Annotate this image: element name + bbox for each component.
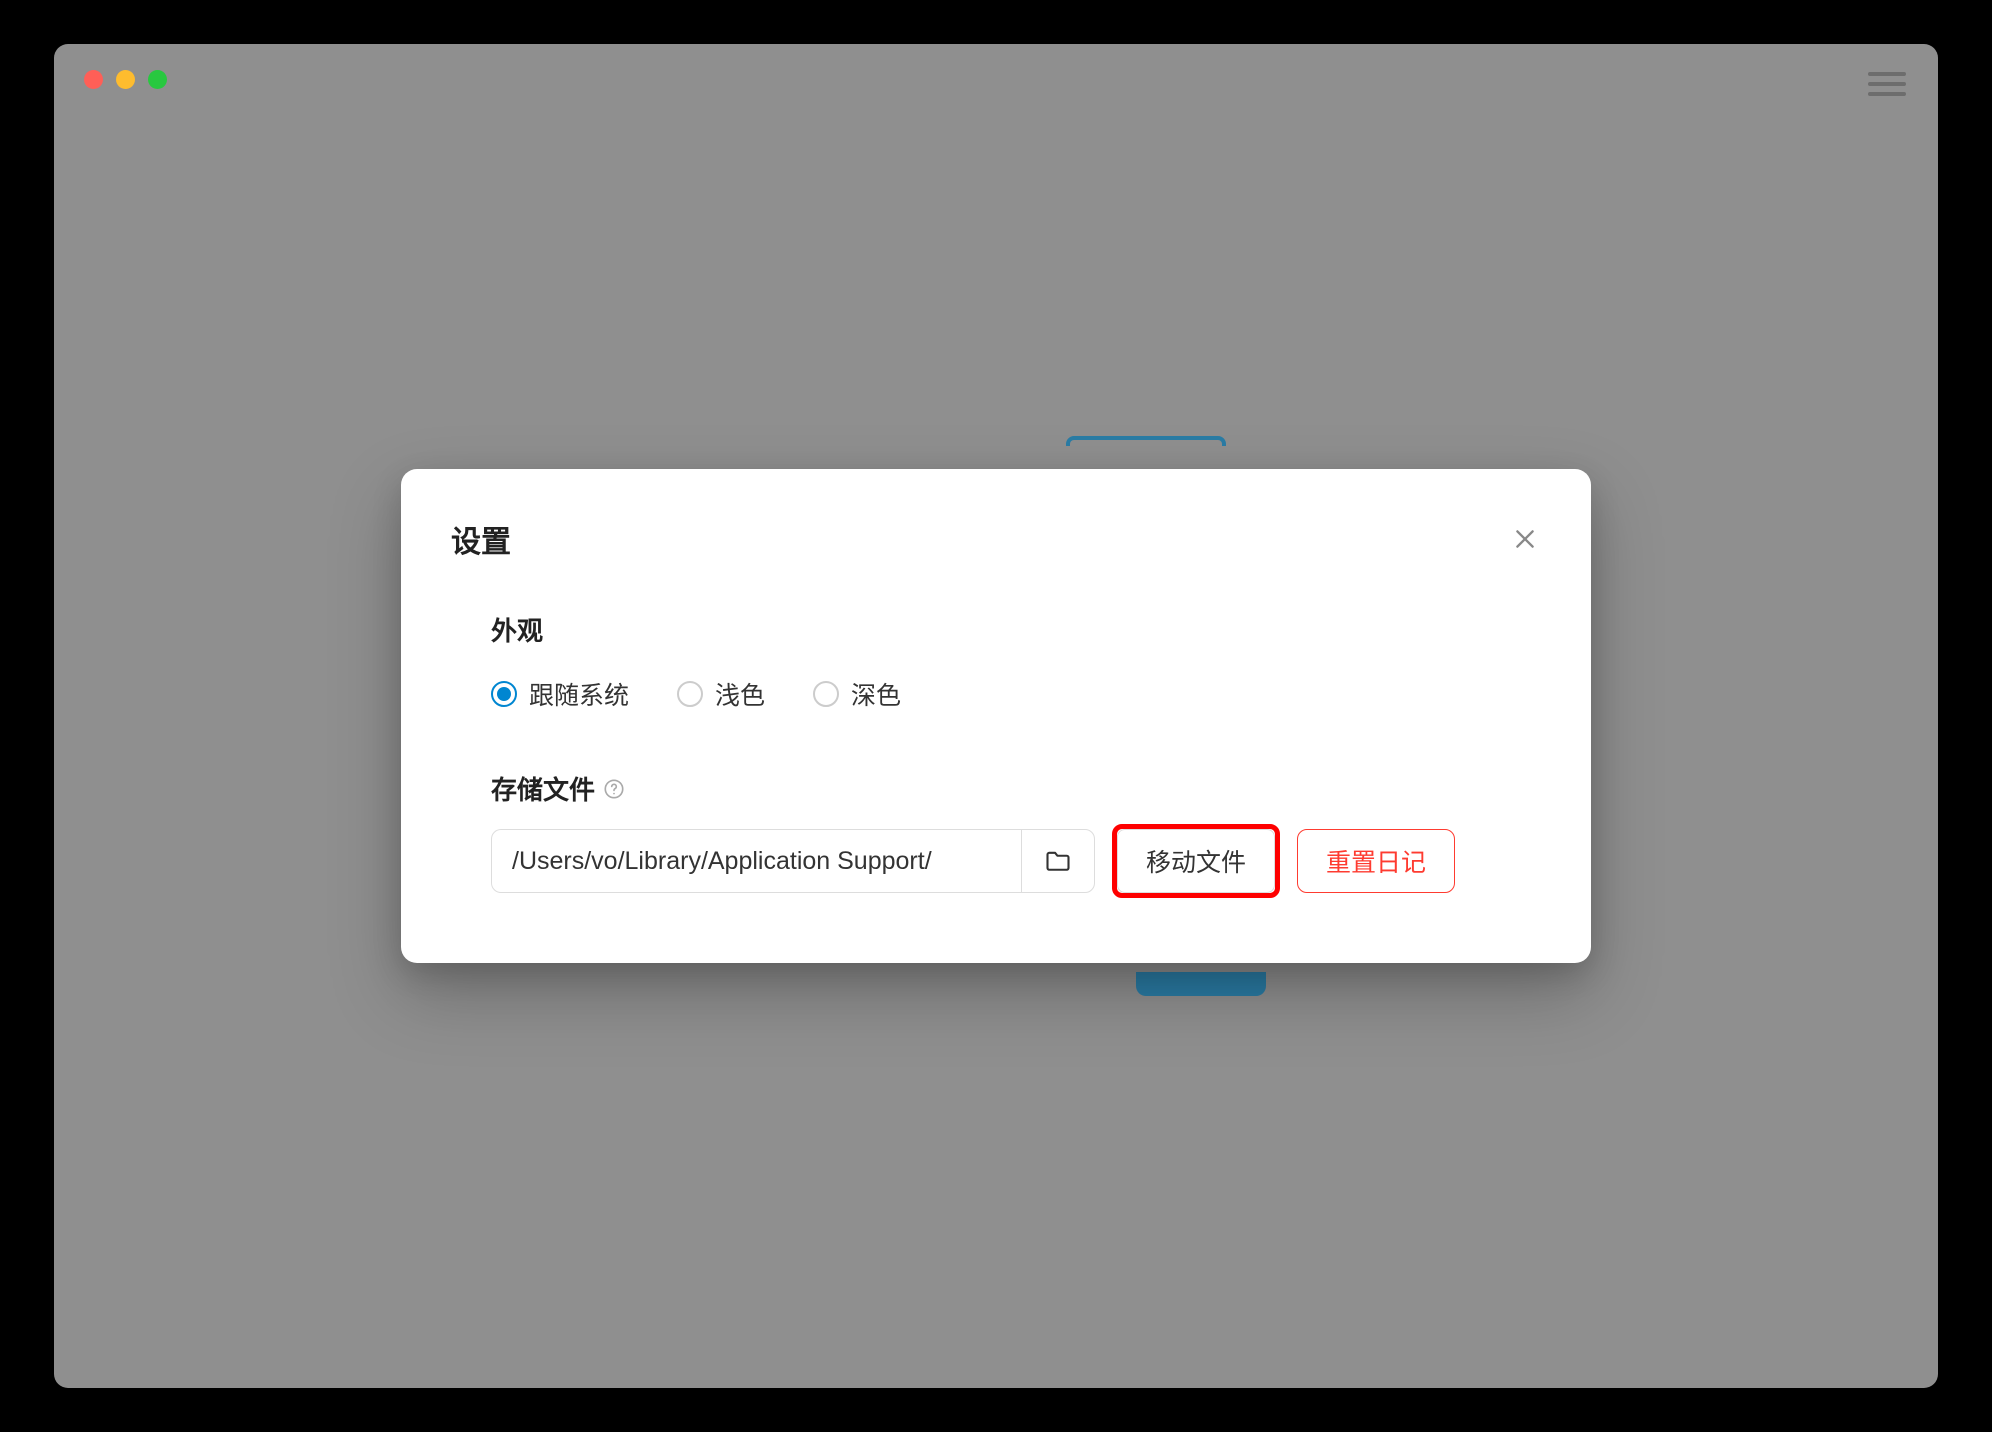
- appearance-label: 外观: [491, 611, 1501, 648]
- appearance-section: 外观 跟随系统 浅色: [451, 611, 1541, 712]
- storage-section: 存储文件: [451, 770, 1541, 893]
- modal-title: 设置: [451, 517, 511, 561]
- browse-folder-button[interactable]: [1021, 829, 1095, 893]
- modal-overlay: 设置 外观 跟: [54, 44, 1938, 1388]
- radio-unselected-icon: [677, 681, 703, 707]
- help-circle-icon[interactable]: [603, 778, 625, 800]
- settings-modal: 设置 外观 跟: [401, 469, 1591, 963]
- move-file-button[interactable]: 移动文件: [1112, 824, 1280, 898]
- app-window: 设置 外观 跟: [54, 44, 1938, 1388]
- theme-option-dark[interactable]: 深色: [813, 676, 901, 712]
- radio-label: 跟随系统: [529, 676, 629, 712]
- modal-header: 设置: [451, 517, 1541, 561]
- theme-radio-group: 跟随系统 浅色 深色: [491, 676, 1501, 712]
- storage-label: 存储文件: [491, 770, 595, 807]
- storage-path-input[interactable]: [491, 829, 1021, 893]
- reset-diary-button[interactable]: 重置日记: [1297, 829, 1455, 893]
- folder-icon: [1044, 847, 1072, 875]
- path-input-group: [491, 829, 1095, 893]
- radio-label: 浅色: [715, 676, 765, 712]
- radio-selected-icon: [491, 681, 517, 707]
- reset-diary-button-label: 重置日记: [1326, 843, 1426, 879]
- close-icon: [1512, 526, 1538, 552]
- radio-unselected-icon: [813, 681, 839, 707]
- move-file-button-label: 移动文件: [1146, 843, 1246, 879]
- theme-option-system[interactable]: 跟随系统: [491, 676, 629, 712]
- storage-controls-row: 移动文件 重置日记: [491, 829, 1501, 893]
- theme-option-light[interactable]: 浅色: [677, 676, 765, 712]
- radio-label: 深色: [851, 676, 901, 712]
- close-button[interactable]: [1509, 523, 1541, 555]
- window-frame: 设置 外观 跟: [36, 26, 1956, 1406]
